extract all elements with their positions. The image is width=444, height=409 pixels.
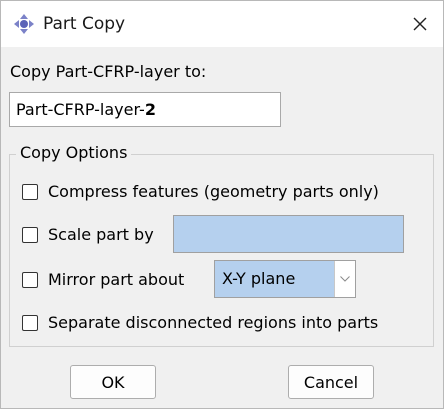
compress-features-label: Compress features (geometry parts only) [48,182,379,201]
mirror-part-checkbox[interactable] [22,272,38,288]
copy-prompt-label: Copy Part-CFRP-layer to: [10,62,207,81]
new-part-name-suffix: 2 [144,100,156,119]
close-button[interactable] [405,9,435,39]
part-copy-dialog: Part Copy Copy Part-CFRP-layer to: Part-… [0,0,444,409]
scale-factor-input[interactable] [173,215,404,253]
ok-button[interactable]: OK [70,365,156,399]
close-icon [413,17,427,31]
scale-part-label: Scale part by [48,225,154,244]
title-bar: Part Copy [1,1,443,47]
mirror-part-label: Mirror part about [48,270,185,289]
mirror-plane-select[interactable]: X-Y plane [214,260,356,298]
dialog-title: Part Copy [43,14,126,34]
compress-features-checkbox[interactable] [22,184,38,200]
chevron-down-icon [340,276,350,282]
abaqus-icon [14,14,34,34]
copy-options-title: Copy Options [16,142,132,164]
new-part-name-input[interactable]: Part-CFRP-layer-2 [9,92,281,127]
dropdown-arrow[interactable] [334,261,355,297]
mirror-part-option[interactable]: Mirror part about [22,268,184,292]
cancel-button[interactable]: Cancel [288,365,374,399]
separate-regions-option[interactable]: Separate disconnected regions into parts [22,311,378,335]
mirror-plane-value: X-Y plane [222,269,296,288]
separate-regions-checkbox[interactable] [22,315,38,331]
scale-part-option[interactable]: Scale part by [22,223,154,247]
compress-features-option[interactable]: Compress features (geometry parts only) [22,180,379,204]
new-part-name-prefix: Part-CFRP-layer- [16,100,145,119]
separate-regions-label: Separate disconnected regions into parts [48,313,379,332]
scale-part-checkbox[interactable] [22,227,38,243]
